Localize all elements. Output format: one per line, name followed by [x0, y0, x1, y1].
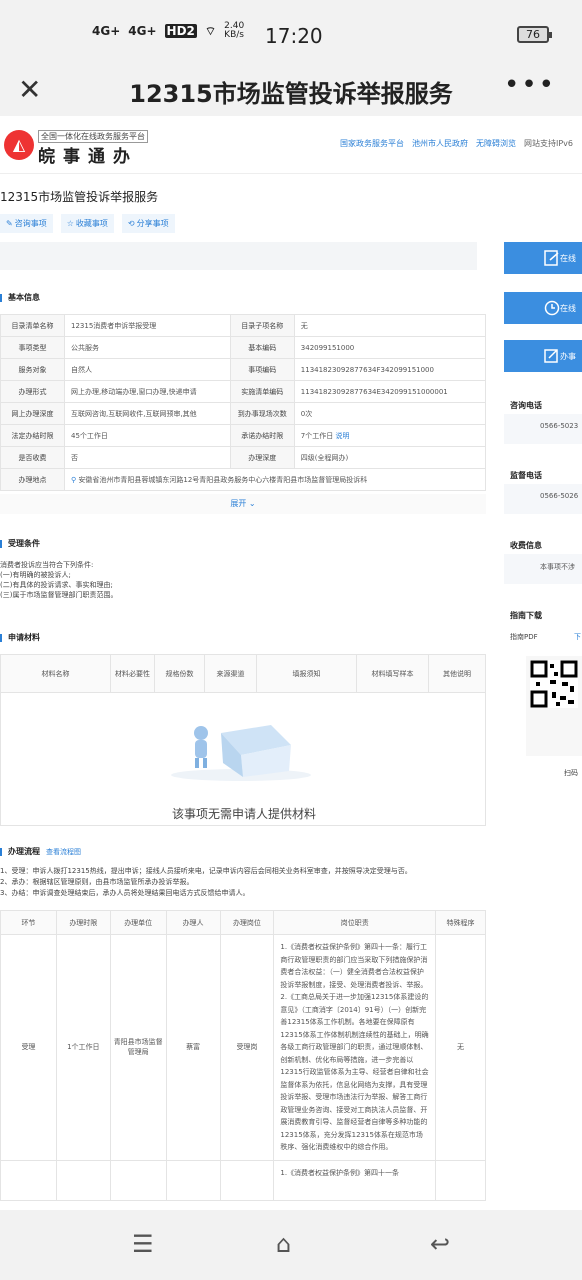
- status-icons: 4G+ 4G+ HD2 ⌔ 2.40 KB/s: [92, 22, 254, 40]
- more-menu-icon[interactable]: •••: [504, 70, 556, 100]
- section-conditions: 受理条件: [0, 538, 40, 549]
- home-icon[interactable]: ⌂: [276, 1230, 291, 1258]
- share-button[interactable]: ⟲ 分享事项: [121, 214, 175, 233]
- guide-pdf[interactable]: 指南PDF: [510, 632, 538, 642]
- section-process: 办理流程 查看流程图: [0, 846, 81, 857]
- hd-badge: HD2: [164, 24, 197, 38]
- explain-link[interactable]: 说明: [335, 432, 349, 440]
- guide-button[interactable]: 办事: [504, 340, 582, 372]
- battery-icon: 76: [517, 26, 552, 43]
- signal-1: 4G+: [92, 24, 121, 38]
- process-table: 环节 办理时限 办理单位 办理人 办理岗位 岗位职责 特殊程序 受理 1个工作日…: [0, 910, 486, 1201]
- site-logo-icon: ◭: [4, 130, 34, 160]
- document-edit-icon: [544, 349, 558, 363]
- action-buttons: ✎ 咨询事项 ☆ 收藏事项 ⟲ 分享事项: [0, 214, 175, 233]
- process-steps: 1、受理：申诉人拨打12315热线，提出申诉；接线人员接听来电，记录申诉内容后会…: [0, 867, 412, 897]
- table-row: 法定办结时限 45个工作日 承诺办结时限 7个工作日 说明: [0, 424, 487, 447]
- basic-info-table: 目录清单名称 12315消费者申诉举报受理 目录子项名称无 事项类型 公共服务 基本编码…: [0, 314, 487, 491]
- page-title: 12315市场监管投诉举报服务: [0, 190, 159, 204]
- qr-code-icon: [526, 656, 582, 756]
- process-header: 环节 办理时限 办理单位 办理人 办理岗位 岗位职责 特殊程序: [0, 910, 486, 935]
- table-row: 办理地点 ⚲ 安徽省池州市青阳县蓉城镇东河路12号青阳县政务服务中心六楼青阳县市场…: [0, 468, 486, 491]
- signal-2: 4G+: [128, 24, 157, 38]
- table-row: 受理 1个工作日 青阳县市场监督管理局 蔡富 受理岗 1.《消费者权益保护条例》…: [0, 934, 486, 1161]
- chat-icon: ✎: [6, 219, 13, 228]
- link-chizhou[interactable]: 池州市人民政府: [412, 138, 468, 149]
- materials-empty-text: 该事项无需申请人提供材料: [171, 807, 316, 821]
- menu-icon[interactable]: ☰: [132, 1230, 154, 1258]
- share-icon: ⟲: [127, 219, 135, 228]
- materials-header: 材料名称 材料必要性 规格份数 来源渠道 填报须知 材料填写样本 其他说明: [1, 655, 485, 693]
- empty-box-illustration: [171, 725, 311, 781]
- view-flowchart-link[interactable]: 查看流程图: [46, 847, 81, 857]
- link-national[interactable]: 国家政务服务平台: [340, 138, 404, 149]
- online-query-button[interactable]: 在线: [504, 292, 582, 324]
- favorite-button[interactable]: ☆ 收藏事项: [60, 214, 114, 233]
- side-rail: 在线 在线 办事 咨询电话 0566-5023 监督电话 0566-5026 收…: [504, 116, 582, 1210]
- table-row: 目录清单名称 12315消费者申诉举报受理 目录子项名称无: [0, 314, 487, 337]
- webview: ◭ 全国一体化在线政务服务平台 皖事通办 国家政务服务平台 池州市人民政府 无障…: [0, 116, 582, 1210]
- consult-phone-label: 咨询电话: [510, 401, 542, 410]
- back-icon[interactable]: ↩: [430, 1230, 450, 1258]
- system-status-bar: 4G+ 4G+ HD2 ⌔ 2.40 KB/s 17:20 76: [0, 0, 582, 66]
- address-text: 安徽省池州市青阳县蓉城镇东河路12号青阳县政务服务中心六楼青阳县市场监督管理局投…: [78, 475, 368, 484]
- fee-text: 本事项不涉: [504, 554, 582, 584]
- fee-label: 收费信息: [510, 541, 542, 550]
- supervise-phone: 0566-5026: [504, 484, 582, 514]
- section-basic-info: 基本信息: [0, 292, 40, 303]
- conditions-text: 消费者投诉应当符合下列条件: (一)有明确的被投诉人; (二)有具体的投诉请求、…: [0, 561, 118, 599]
- chevron-down-icon: ⌄: [248, 499, 256, 508]
- consult-button[interactable]: ✎ 咨询事项: [0, 214, 53, 233]
- supervise-phone-label: 监督电话: [510, 471, 542, 480]
- section-materials: 申请材料: [0, 632, 40, 643]
- clock: 17:20: [265, 24, 323, 48]
- clock-icon: [544, 300, 560, 316]
- materials-table: 材料名称 材料必要性 规格份数 来源渠道 填报须知 材料填写样本 其他说明 该事…: [0, 654, 486, 826]
- scan-label: 扫码: [564, 769, 578, 777]
- wifi-icon: ⌔: [204, 23, 217, 38]
- app-title-bar: ✕ 12315市场监管投诉举报服务 •••: [0, 66, 582, 116]
- consult-phone: 0566-5023: [504, 414, 582, 444]
- table-row: 1.《消费者权益保护条例》第四十一条: [0, 1159, 486, 1201]
- guide-download-label: 指南下载: [510, 611, 542, 620]
- net-speed: 2.40 KB/s: [224, 21, 245, 40]
- table-row: 事项类型 公共服务 基本编码 342099151000: [0, 336, 487, 359]
- edit-icon: [544, 250, 559, 266]
- logo-title: 皖事通办: [38, 147, 138, 167]
- expand-button[interactable]: 展开 ⌄: [0, 494, 486, 514]
- table-row: 办理形式 网上办理,移动端办理,窗口办理,快递申请 实施清单编码 1134182309…: [0, 380, 487, 403]
- system-nav-bar: ☰ ⌂ ↩: [0, 1210, 582, 1280]
- qr-code-graphic: [530, 660, 578, 708]
- table-row: 服务对象 自然人 事项编码 11341823092877634F34209915100…: [0, 358, 487, 381]
- table-row: 是否收费否办理深度 四级(全程网办): [0, 446, 487, 469]
- download-link[interactable]: 下: [574, 632, 581, 642]
- location-pin-icon: ⚲: [71, 475, 77, 484]
- star-icon: ☆: [66, 219, 74, 228]
- app-title: 12315市场监管投诉举报服务: [129, 80, 453, 108]
- table-row: 网上办理深度 互联网咨询,互联网收件,互联网预审,其他 到办事现场次数 0次: [0, 402, 487, 425]
- site-header: ◭ 全国一体化在线政务服务平台 皖事通办 国家政务服务平台 池州市人民政府 无障…: [0, 124, 582, 174]
- tabs-placeholder: [0, 242, 477, 270]
- online-apply-button[interactable]: 在线: [504, 242, 582, 274]
